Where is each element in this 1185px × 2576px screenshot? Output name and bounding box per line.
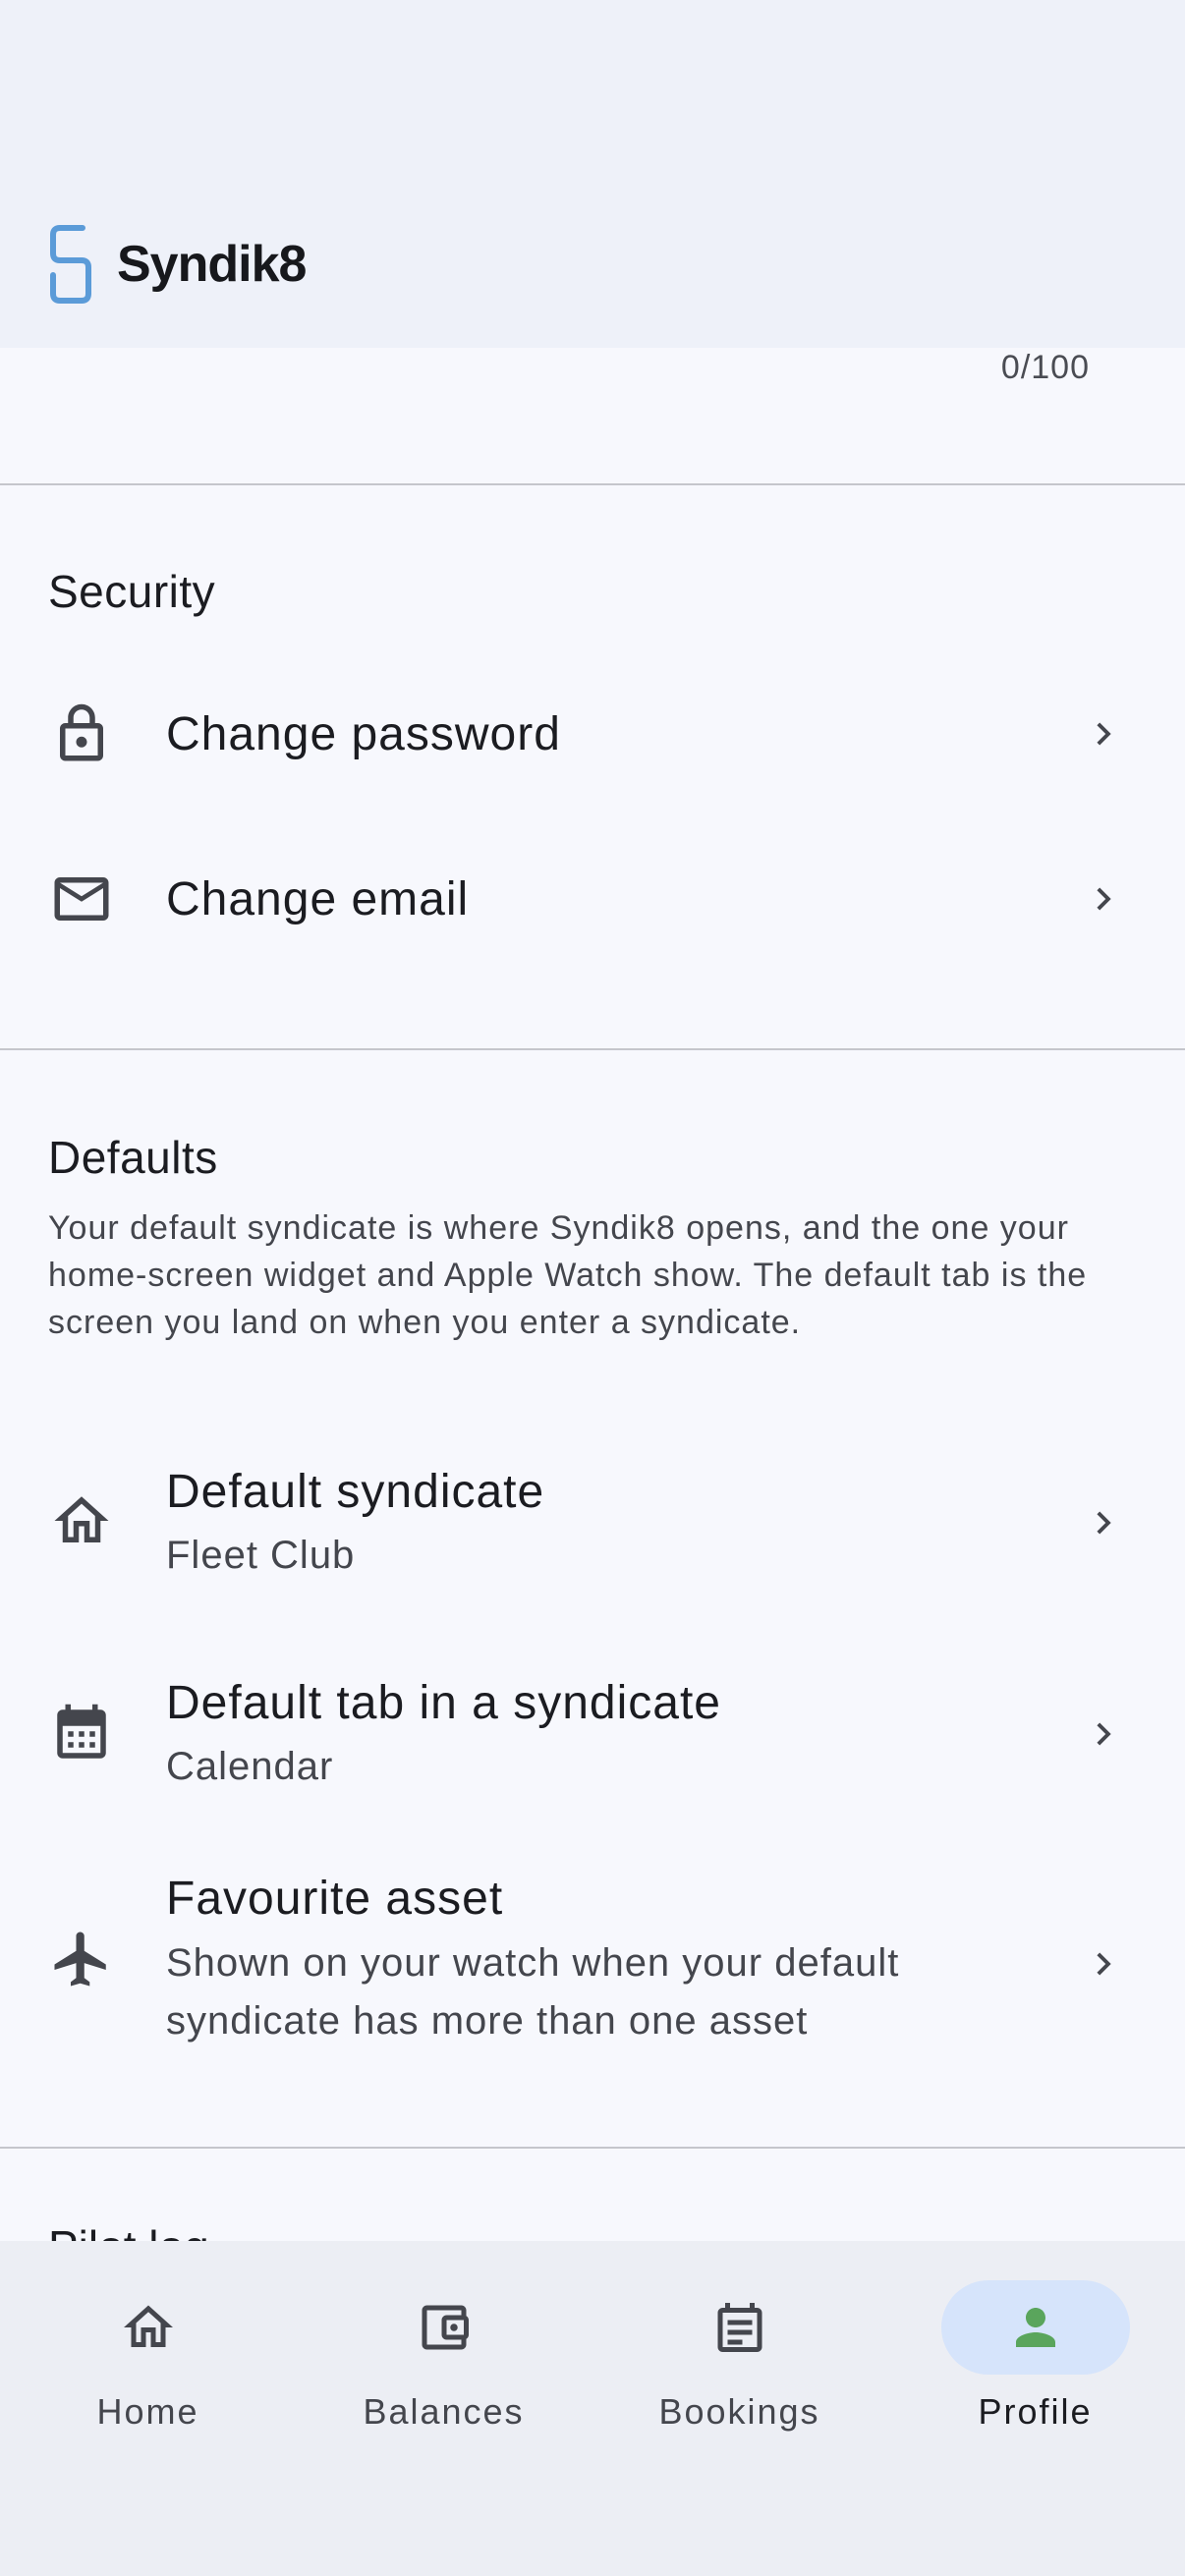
wallet-icon — [415, 2298, 474, 2357]
defaults-section-title: Defaults — [48, 1132, 218, 1183]
chevron-right-icon — [1081, 1711, 1126, 1757]
nav-home[interactable]: Home — [0, 2241, 296, 2457]
airplane-icon — [49, 1927, 114, 1991]
change-email-row[interactable]: Change email — [0, 853, 1185, 946]
person-icon — [1006, 2298, 1065, 2357]
favourite-asset-label: Favourite asset — [166, 1873, 504, 1925]
nav-profile[interactable]: Profile — [887, 2241, 1183, 2457]
favourite-asset-row[interactable]: Favourite asset Shown on your watch when… — [0, 1866, 1185, 2062]
nav-home-label: Home — [96, 2391, 199, 2432]
change-email-label: Change email — [166, 873, 470, 925]
home-icon — [119, 2298, 178, 2357]
default-tab-label: Default tab in a syndicate — [166, 1677, 721, 1729]
chevron-right-icon — [1081, 1941, 1126, 1987]
default-syndicate-row[interactable]: Default syndicate Fleet Club — [0, 1459, 1185, 1587]
lock-icon — [49, 701, 114, 766]
bio-character-counter: 0/100 — [1000, 349, 1090, 386]
nav-bookings[interactable]: Bookings — [592, 2241, 887, 2457]
default-tab-value: Calendar — [166, 1745, 334, 1788]
chevron-right-icon — [1081, 876, 1126, 922]
section-divider — [0, 2147, 1185, 2149]
home-icon — [49, 1488, 114, 1553]
default-tab-row[interactable]: Default tab in a syndicate Calendar — [0, 1670, 1185, 1798]
section-divider — [0, 483, 1185, 485]
calendar-icon — [49, 1702, 114, 1766]
favourite-asset-description: Shown on your watch when your default sy… — [166, 1941, 900, 2043]
security-section-title: Security — [48, 566, 216, 617]
nav-profile-label: Profile — [978, 2391, 1093, 2432]
change-password-row[interactable]: Change password — [0, 688, 1185, 781]
app-logo: Syndik8 — [47, 224, 307, 305]
nav-balances[interactable]: Balances — [296, 2241, 592, 2457]
change-password-label: Change password — [166, 708, 561, 760]
section-divider — [0, 1048, 1185, 1050]
app-header: Syndik8 — [0, 0, 1185, 348]
chevron-right-icon — [1081, 711, 1126, 756]
chevron-right-icon — [1081, 1500, 1126, 1545]
default-syndicate-label: Default syndicate — [166, 1466, 545, 1518]
mail-icon — [49, 867, 114, 931]
defaults-description: Your default syndicate is where Syndik8 … — [48, 1209, 1088, 1341]
bottom-navigation: Home Balances Bookings Profile — [0, 2241, 1185, 2576]
app-name: Syndik8 — [117, 236, 307, 293]
nav-balances-label: Balances — [363, 2391, 525, 2432]
bookings-icon — [710, 2298, 769, 2357]
syndik8-logo-icon — [50, 225, 91, 304]
default-syndicate-value: Fleet Club — [166, 1534, 356, 1577]
nav-bookings-label: Bookings — [658, 2391, 820, 2432]
